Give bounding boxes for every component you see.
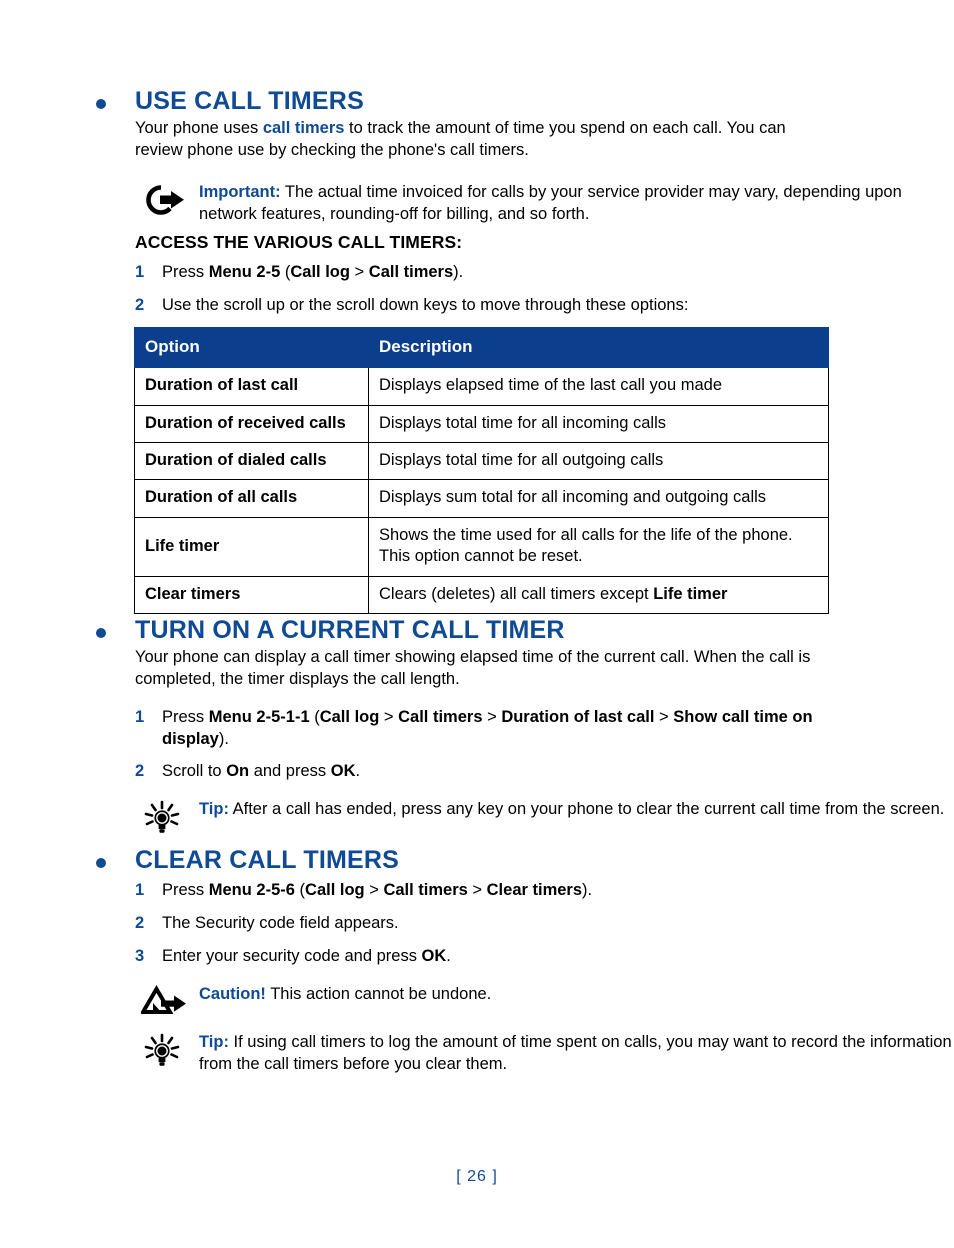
section-clear-call-timers: CLEAR CALL TIMERS 1 Press Menu 2-5-6 (Ca… — [0, 847, 954, 1076]
table-row: Life timer Shows the time used for all c… — [134, 516, 829, 577]
section-title-turn-on: TURN ON A CURRENT CALL TIMER — [96, 616, 944, 644]
section-turn-on-current-call-timer: TURN ON A CURRENT CALL TIMER Your phone … — [0, 617, 944, 833]
step-number: 2 — [135, 913, 145, 932]
column-header-option: Option — [134, 326, 369, 369]
manual-page: USE CALL TIMERS Your phone uses call tim… — [0, 0, 954, 1248]
section-heading-text: CLEAR CALL TIMERS — [135, 846, 400, 874]
intro-prefix: Your phone uses — [135, 119, 263, 137]
cell-description: Displays total time for all outgoing cal… — [368, 441, 829, 481]
table-row: Duration of dialed calls Displays total … — [134, 441, 829, 481]
steps-turn-on: 1 Press Menu 2-5-1-1 (Call log > Call ti… — [135, 707, 944, 783]
tip-text: After a call has ended, press any key on… — [228, 799, 945, 818]
step-text: The Security code field appears. — [162, 913, 399, 932]
tip-label: Tip: — [199, 799, 229, 818]
intro-paragraph: Your phone can display a call timer show… — [135, 648, 811, 688]
list-item: 3 Enter your security code and press OK. — [135, 946, 852, 968]
cell-description: Displays sum total for all incoming and … — [368, 479, 829, 518]
tip-text: If using call timers to log the amount o… — [199, 1032, 952, 1073]
table-row: Duration of received calls Displays tota… — [134, 404, 829, 443]
caution-note: Caution! This action cannot be undone. — [135, 984, 954, 1018]
step-text: Use the scroll up or the scroll down key… — [162, 295, 689, 314]
cell-description: Clears (deletes) all call timers except … — [368, 575, 829, 615]
section-heading-text: TURN ON A CURRENT CALL TIMER — [135, 616, 565, 644]
section-title-clear: CLEAR CALL TIMERS — [96, 846, 954, 874]
table-row: Clear timers Clears (deletes) all call t… — [134, 575, 829, 615]
cell-description: Displays total time for all incoming cal… — [368, 404, 829, 443]
tip-note-clear: Tip: If using call timers to log the amo… — [135, 1032, 954, 1076]
important-note: Important: The actual time invoiced for … — [135, 182, 954, 226]
cell-description: Displays elapsed time of the last call y… — [368, 367, 829, 406]
step-number: 3 — [135, 946, 145, 965]
sub-heading-access-timers: ACCESS THE VARIOUS CALL TIMERS: — [135, 232, 463, 252]
list-item: 2 Scroll to On and press OK. — [135, 761, 852, 783]
caution-triangle-arrow-icon — [139, 984, 189, 1022]
list-item: 2 Use the scroll up or the scroll down k… — [135, 295, 835, 317]
cell-option: Life timer — [134, 516, 369, 577]
step-number: 2 — [135, 295, 145, 314]
section-use-call-timers: USE CALL TIMERS Your phone uses call tim… — [0, 88, 954, 226]
important-text: The actual time invoiced for calls by yo… — [199, 182, 902, 223]
table-header-row: Option Description — [134, 326, 829, 369]
step-text: Enter your security code and press OK. — [162, 946, 451, 965]
caution-label: Caution! — [199, 984, 266, 1003]
list-item: 1 Press Menu 2-5 (Call log > Call timers… — [135, 262, 835, 284]
step-number: 2 — [135, 761, 145, 780]
step-number: 1 — [135, 263, 145, 281]
steps-access-timers: 1 Press Menu 2-5 (Call log > Call timers… — [135, 258, 835, 317]
intro-paragraph: Your phone uses call timers to track the… — [135, 118, 835, 162]
cell-option: Clear timers — [134, 575, 369, 615]
step-text: Scroll to On and press OK. — [162, 761, 361, 780]
tip-note-turn-on: Tip: After a call has ended, press any k… — [135, 799, 944, 833]
tip-lightbulb-icon — [141, 799, 189, 837]
step-text: Press Menu 2-5 (Call log > Call timers). — [162, 263, 464, 281]
cell-option: Duration of received calls — [134, 404, 369, 443]
important-arrow-circle-icon — [141, 182, 189, 220]
tip-label: Tip: — [199, 1032, 229, 1051]
call-timer-options-table: Option Description Duration of last call… — [134, 326, 829, 615]
tip-lightbulb-icon — [141, 1032, 189, 1070]
list-item: 1 Press Menu 2-5-1-1 (Call log > Call ti… — [135, 707, 852, 751]
bullet-icon — [96, 628, 106, 638]
table-body: Duration of last call Displays elapsed t… — [134, 367, 829, 615]
section-heading-text: USE CALL TIMERS — [135, 87, 364, 115]
step-text: Press Menu 2-5-6 (Call log > Call timers… — [162, 881, 593, 899]
page-number: [ 26 ] — [456, 1168, 498, 1185]
cell-description: Shows the time used for all calls for th… — [368, 516, 829, 577]
cell-option: Duration of all calls — [134, 479, 369, 518]
column-header-description: Description — [368, 326, 829, 369]
cell-option: Duration of last call — [134, 367, 369, 406]
intro-highlight: call timers — [262, 119, 345, 137]
table-row: Duration of all calls Displays sum total… — [134, 479, 829, 518]
step-number: 1 — [135, 707, 145, 726]
step-number: 1 — [135, 881, 145, 899]
cell-option: Duration of dialed calls — [134, 441, 369, 481]
page-title: USE CALL TIMERS — [96, 87, 954, 115]
list-item: 1 Press Menu 2-5-6 (Call log > Call time… — [135, 880, 852, 902]
important-label: Important: — [199, 182, 281, 201]
bullet-icon — [96, 99, 106, 109]
steps-clear-timers: 1 Press Menu 2-5-6 (Call log > Call time… — [135, 880, 954, 968]
list-item: 2 The Security code field appears. — [135, 913, 852, 935]
caution-text: This action cannot be undone. — [265, 984, 492, 1003]
table-row: Duration of last call Displays elapsed t… — [134, 367, 829, 406]
bullet-icon — [96, 858, 106, 868]
step-text: Press Menu 2-5-1-1 (Call log > Call time… — [162, 707, 813, 748]
